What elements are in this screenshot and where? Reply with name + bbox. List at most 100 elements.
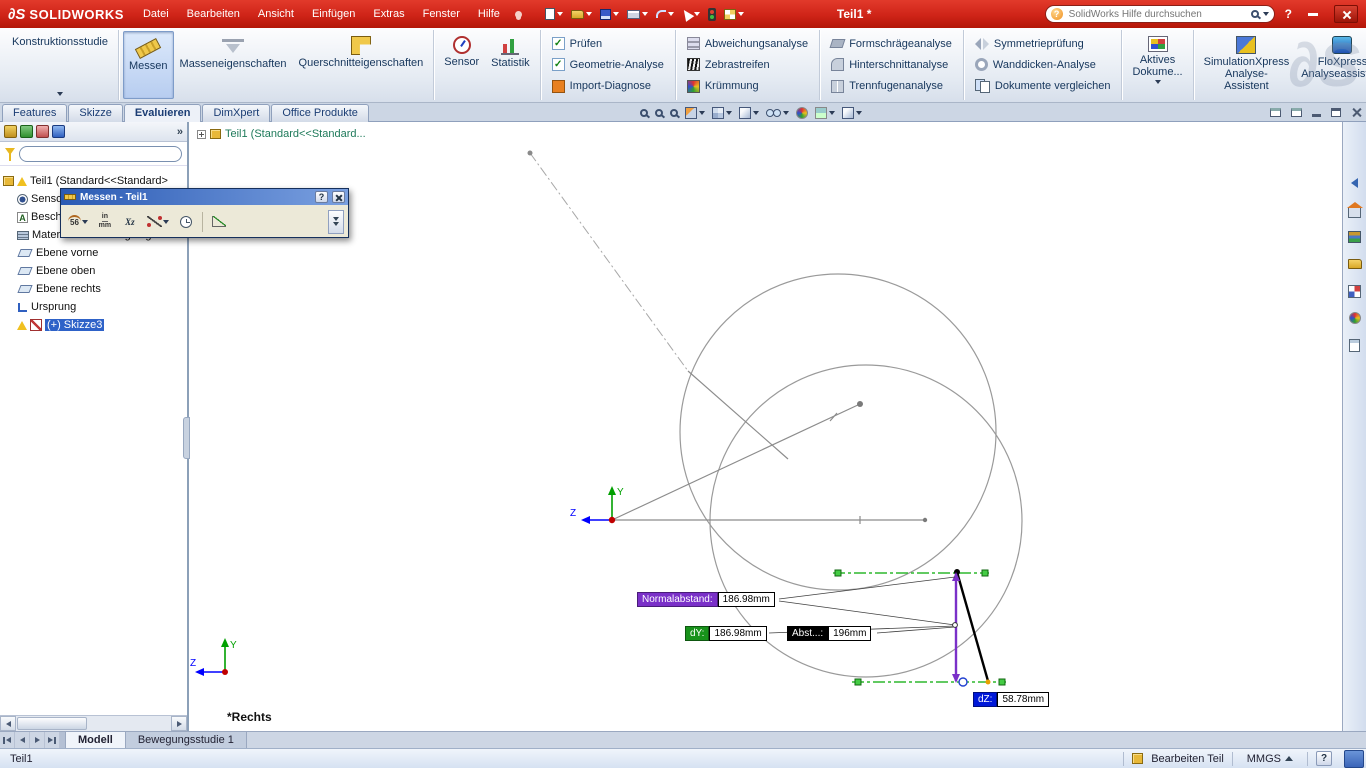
hide-show-items-button[interactable] [764, 108, 791, 117]
zoom-area-button[interactable] [653, 108, 665, 118]
dialog-help-button[interactable]: ? [315, 191, 328, 203]
new-document-button[interactable] [542, 6, 566, 22]
search-dropdown-icon[interactable] [1263, 12, 1269, 16]
menu-hilfe[interactable]: Hilfe [469, 0, 509, 28]
search-icon[interactable] [1251, 10, 1259, 18]
section-view-button[interactable] [683, 106, 707, 120]
zoom-fit-button[interactable] [638, 108, 650, 118]
propertymanager-icon[interactable] [20, 125, 33, 138]
tab-bewegungsstudie[interactable]: Bewegungsstudie 1 [126, 732, 247, 748]
taskpane-collapse-button[interactable] [1346, 174, 1364, 192]
callout-dz[interactable]: dZ: 58.78mm [973, 692, 1049, 707]
save-button[interactable] [597, 7, 622, 22]
document-restore-icon[interactable] [1331, 108, 1341, 117]
ribbon-button-messen[interactable]: Messen [123, 31, 174, 99]
first-tab-button[interactable] [0, 732, 15, 748]
view-orientation-button[interactable] [710, 106, 734, 120]
close-button[interactable] [1334, 5, 1358, 23]
edit-appearance-button[interactable] [794, 106, 810, 120]
tree-item-skizze3[interactable]: (+) Skizze3 [0, 316, 187, 334]
sketch-lines[interactable] [612, 371, 925, 524]
ribbon-button-zebrastreifen[interactable]: Zebrastreifen [682, 54, 813, 75]
menu-extras[interactable]: Extras [364, 0, 413, 28]
scroll-right-button[interactable] [171, 716, 187, 731]
tree-item-ebene-oben[interactable]: Ebene oben [0, 262, 187, 280]
minimize-button[interactable] [1308, 13, 1318, 16]
ribbon-button-kruemmung[interactable]: Krümmung [682, 76, 813, 97]
status-help-button[interactable]: ? [1316, 751, 1332, 766]
tree-item-ebene-vorne[interactable]: Ebene vorne [0, 244, 187, 262]
construction-line[interactable] [528, 151, 689, 372]
document-minimize-icon[interactable] [1312, 114, 1321, 117]
ribbon-button-floxpress[interactable]: FloXpress Analyseassistent [1295, 31, 1366, 99]
solidworks-resources-button[interactable] [1346, 201, 1364, 219]
document-close-icon[interactable] [1351, 107, 1362, 118]
tree-item-ursprung[interactable]: Ursprung [0, 298, 187, 316]
select-button[interactable] [679, 7, 703, 22]
document-window-icon[interactable] [1270, 108, 1281, 117]
display-style-button[interactable] [737, 106, 761, 120]
ribbon-button-simulationxpress[interactable]: SimulationXpress Analyse-Assistent [1198, 31, 1296, 99]
view-palette-button[interactable] [1346, 282, 1364, 300]
menu-pin-icon[interactable] [515, 11, 522, 18]
expand-icon[interactable] [197, 130, 206, 139]
featuremanager-tree-icon[interactable] [4, 125, 17, 138]
tab-dimxpert[interactable]: DimXpert [202, 104, 270, 122]
ribbon-button-symmetriepruefung[interactable]: Symmetrieprüfung [970, 33, 1116, 54]
displaymanager-icon[interactable] [52, 125, 65, 138]
graphics-viewport[interactable]: Y Z Y Z Teil1 (Standard<<Standa [189, 122, 1342, 731]
help-button[interactable]: ? [1281, 7, 1296, 21]
ribbon-button-import-diagnose[interactable]: Import-Diagnose [547, 76, 669, 97]
units-precision-button[interactable]: inmm [94, 210, 116, 234]
ribbon-button-statistik[interactable]: Statistik [485, 31, 536, 99]
ribbon-button-aktives-dokument[interactable]: Aktives Dokume... [1126, 31, 1188, 99]
ribbon-button-hinterschnittanalyse[interactable]: Hinterschnittanalyse [826, 54, 957, 75]
tab-office-produkte[interactable]: Office Produkte [271, 104, 369, 122]
tree-horizontal-scrollbar[interactable] [0, 715, 187, 731]
menu-bearbeiten[interactable]: Bearbeiten [178, 0, 249, 28]
panel-splitter-handle[interactable] [183, 417, 190, 459]
previous-view-button[interactable] [668, 108, 680, 118]
design-library-button[interactable] [1346, 228, 1364, 246]
appearances-scenes-button[interactable] [1346, 309, 1364, 327]
dialog-close-button[interactable] [332, 191, 345, 203]
ribbon-button-trennfugenanalyse[interactable]: Trennfugenanalyse [826, 76, 957, 97]
tree-item-ebene-rechts[interactable]: Ebene rechts [0, 280, 187, 298]
callout-abstand[interactable]: Abst...: 196mm [787, 626, 871, 641]
tab-skizze[interactable]: Skizze [68, 104, 122, 122]
callout-normal-distance[interactable]: Normalabstand: 186.98mm [637, 592, 775, 607]
measurement-history-button[interactable] [175, 210, 197, 234]
create-sensor-button[interactable] [208, 210, 230, 234]
open-button[interactable] [568, 8, 595, 21]
taskpane-toggle-button[interactable] [1344, 750, 1364, 768]
ribbon-button-wanddicken-analyse[interactable]: Wanddicken-Analyse [970, 54, 1116, 75]
scrollbar-thumb[interactable] [17, 717, 87, 730]
ribbon-button-formschraegeanalyse[interactable]: Formschrägeanalyse [826, 33, 957, 54]
next-tab-button[interactable] [30, 732, 45, 748]
more-tabs-chevron-icon[interactable]: » [177, 126, 183, 138]
sketch-endpoint[interactable] [857, 401, 863, 407]
tab-modell[interactable]: Modell [66, 732, 126, 748]
document-window-icon[interactable] [1291, 108, 1302, 117]
menu-fenster[interactable]: Fenster [414, 0, 469, 28]
measure-dialog[interactable]: Messen - Teil1 ? 56 inmm Xz [60, 188, 349, 238]
menu-einfuegen[interactable]: Einfügen [303, 0, 364, 28]
apply-scene-button[interactable] [813, 106, 837, 120]
show-xyz-measurements-button[interactable]: Xz [119, 210, 141, 234]
last-tab-button[interactable] [45, 732, 60, 748]
measure-dialog-titlebar[interactable]: Messen - Teil1 ? [61, 189, 348, 205]
rebuild-button[interactable] [705, 6, 719, 23]
scroll-left-button[interactable] [0, 716, 16, 731]
ribbon-button-sensor[interactable]: Sensor [438, 31, 485, 99]
units-selector[interactable]: MMGS [1241, 751, 1299, 767]
ribbon-button-masseneigenschaften[interactable]: Masseneigenschaften [174, 31, 293, 99]
custom-properties-button[interactable] [1346, 336, 1364, 354]
previous-tab-button[interactable] [15, 732, 30, 748]
measured-edge[interactable] [954, 569, 991, 685]
measured-point[interactable] [959, 678, 967, 686]
options-button[interactable] [721, 7, 747, 22]
dialog-expand-button[interactable] [328, 210, 344, 234]
undo-button[interactable] [653, 8, 677, 20]
ribbon-button-pruefen[interactable]: ✓ Prüfen [547, 33, 669, 54]
arc-circle-measure-button[interactable]: 56 [65, 210, 91, 234]
